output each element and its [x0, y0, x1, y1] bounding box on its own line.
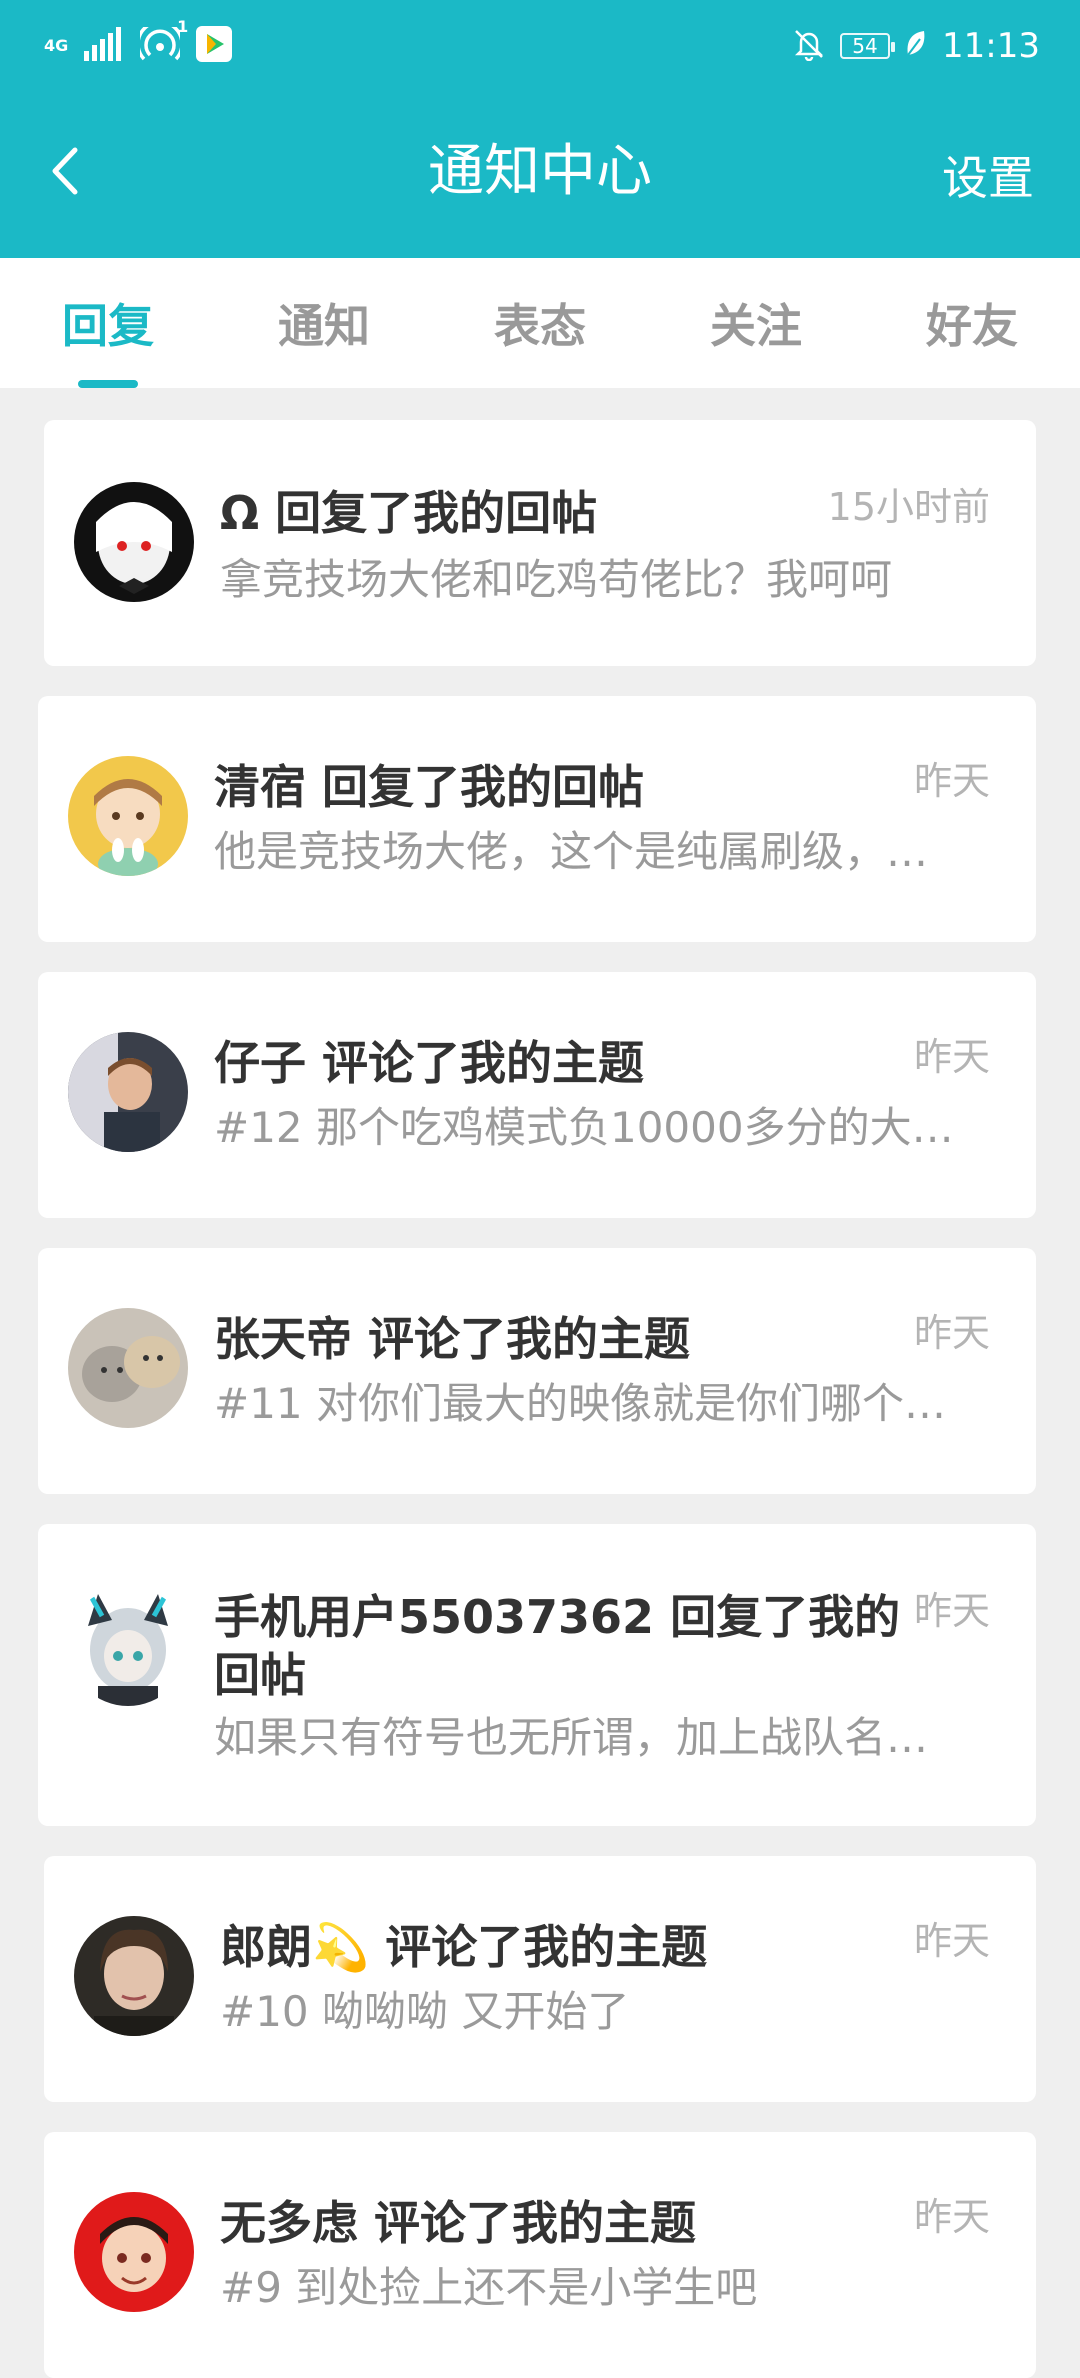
- notification-title: 郎朗💫 评论了我的主题: [220, 1920, 708, 1974]
- notification-card[interactable]: Ω 回复了我的回帖 15小时前 拿竞技场大佬和吃鸡苟佬比？我呵呵: [44, 420, 1036, 666]
- notification-title: 张天帝 评论了我的主题: [214, 1312, 691, 1366]
- header: 4G 1 54 11:13 通知中心 设置: [0, 0, 1080, 258]
- network-type: 4G: [44, 36, 69, 55]
- tab-follows[interactable]: 关注: [648, 258, 864, 388]
- notification-title: 清宿 回复了我的回帖: [214, 760, 645, 814]
- notification-snippet: #9 到处捡上还不是小学生吧: [220, 2263, 758, 2312]
- notification-card[interactable]: 手机用户55037362 回复了我的 回帖 昨天 如果只有符号也无所谓，加上战队…: [38, 1524, 1036, 1826]
- notification-snippet: 如果只有符号也无所谓，加上战队名…: [214, 1713, 929, 1762]
- tab-bar: 回复 通知 表态 关注 好友: [0, 258, 1080, 388]
- active-tab-indicator: [78, 380, 138, 388]
- notification-time: 昨天: [913, 1311, 990, 1355]
- notification-time: 15小时前: [827, 485, 990, 529]
- notification-snippet: #10 呦呦呦 又开始了: [220, 1987, 630, 2036]
- notification-card[interactable]: 郎朗💫 评论了我的主题 昨天 #10 呦呦呦 又开始了: [44, 1856, 1036, 2102]
- notification-snippet: #11 对你们最大的映像就是你们哪个…: [214, 1379, 946, 1428]
- avatar: [74, 2192, 194, 2312]
- notification-snippet: #12 那个吃鸡模式负10000多分的大…: [214, 1103, 954, 1152]
- avatar: [68, 1586, 188, 1706]
- notification-card[interactable]: 仔子 评论了我的主题 昨天 #12 那个吃鸡模式负10000多分的大…: [38, 972, 1036, 1218]
- avatar: [68, 1032, 188, 1152]
- hotspot-icon: 1: [136, 19, 188, 65]
- battery-level: 54: [852, 34, 878, 58]
- hotspot-count: 1: [177, 17, 189, 36]
- status-time: 11:13: [942, 26, 1040, 66]
- battery-icon: 54: [840, 33, 896, 59]
- notification-card[interactable]: 无多虑 评论了我的主题 昨天 #9 到处捡上还不是小学生吧: [44, 2132, 1036, 2378]
- notification-card[interactable]: 清宿 回复了我的回帖 昨天 他是竞技场大佬，这个是纯属刷级，…: [38, 696, 1036, 942]
- tab-reactions[interactable]: 表态: [432, 258, 648, 388]
- tab-label: 表态: [494, 299, 586, 353]
- mute-icon: [792, 27, 826, 65]
- notification-snippet: 拿竞技场大佬和吃鸡苟佬比？我呵呵: [220, 555, 893, 604]
- settings-button[interactable]: 设置: [942, 142, 1034, 208]
- notification-title: 手机用户55037362 回复了我的: [214, 1590, 901, 1644]
- notification-time: 昨天: [913, 759, 990, 803]
- status-bar-right: 54 11:13: [792, 24, 1040, 68]
- tab-label: 通知: [278, 299, 370, 353]
- notification-time: 昨天: [913, 1589, 990, 1633]
- notification-card[interactable]: 张天帝 评论了我的主题 昨天 #11 对你们最大的映像就是你们哪个…: [38, 1248, 1036, 1494]
- notification-title: 无多虑 评论了我的主题: [220, 2196, 697, 2250]
- notification-time: 昨天: [913, 2195, 990, 2239]
- tab-friends[interactable]: 好友: [864, 258, 1080, 388]
- avatar: [68, 1308, 188, 1428]
- tab-label: 好友: [926, 299, 1018, 353]
- page-title: 通知中心: [428, 139, 652, 204]
- notification-title-continued: 回帖: [214, 1648, 306, 1702]
- notification-time: 昨天: [913, 1035, 990, 1079]
- tab-replies[interactable]: 回复: [0, 258, 216, 388]
- avatar: [74, 482, 194, 602]
- tab-label: 关注: [710, 299, 802, 353]
- tab-notices[interactable]: 通知: [216, 258, 432, 388]
- tab-label: 回复: [62, 299, 154, 353]
- notification-title: Ω 回复了我的回帖: [220, 486, 598, 540]
- avatar: [74, 1916, 194, 2036]
- status-bar-left: 4G 1: [44, 19, 233, 68]
- notification-title: 仔子 评论了我的主题: [214, 1036, 645, 1090]
- notification-time: 昨天: [913, 1919, 990, 1963]
- avatar: [68, 756, 188, 876]
- notification-snippet: 他是竞技场大佬，这个是纯属刷级，…: [214, 827, 929, 876]
- video-app-icon: [196, 26, 233, 66]
- signal-icon: [84, 27, 124, 65]
- leaf-icon: [904, 29, 928, 63]
